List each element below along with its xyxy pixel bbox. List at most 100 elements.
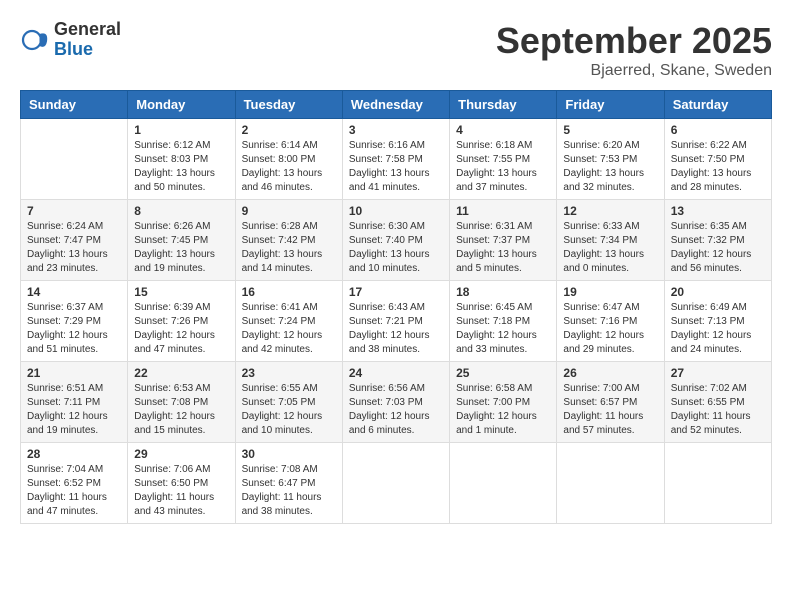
calendar-cell: 20 Sunrise: 6:49 AM Sunset: 7:13 PM Dayli… (664, 281, 771, 362)
calendar-header-wednesday: Wednesday (342, 91, 449, 119)
day-number: 18 (456, 285, 550, 299)
calendar-cell: 7 Sunrise: 6:24 AM Sunset: 7:47 PM Daylig… (21, 200, 128, 281)
day-info: Sunrise: 6:35 AM Sunset: 7:32 PM Dayligh… (671, 220, 765, 276)
logo-blue: Blue (54, 40, 121, 60)
day-info: Sunrise: 6:56 AM Sunset: 7:03 PM Dayligh… (349, 382, 443, 438)
day-number: 1 (134, 123, 228, 137)
calendar-cell: 10Sunrise: 6:30 AM Sunset: 7:40 PM Dayli… (342, 200, 449, 281)
day-number: 22 (134, 366, 228, 380)
calendar-cell: 26 Sunrise: 7:00 AM Sunset: 6:57 PM Dayli… (557, 362, 664, 443)
day-number: 3 (349, 123, 443, 137)
calendar-header-monday: Monday (128, 91, 235, 119)
day-info: Sunrise: 6:33 AM Sunset: 7:34 PM Dayligh… (563, 220, 657, 276)
calendar-cell (450, 443, 557, 524)
calendar-header-sunday: Sunday (21, 91, 128, 119)
calendar-week-row: 1 Sunrise: 6:12 AM Sunset: 8:03 PM Daylig… (21, 119, 772, 200)
day-info: Sunrise: 6:22 AM Sunset: 7:50 PM Dayligh… (671, 139, 765, 195)
day-number: 28 (27, 447, 121, 461)
day-info: Sunrise: 6:14 AM Sunset: 8:00 PM Dayligh… (242, 139, 336, 195)
logo: General Blue (20, 20, 121, 60)
day-info: Sunrise: 6:43 AM Sunset: 7:21 PM Dayligh… (349, 301, 443, 357)
day-number: 7 (27, 204, 121, 218)
day-number: 26 (563, 366, 657, 380)
calendar-cell (21, 119, 128, 200)
calendar-cell: 15 Sunrise: 6:39 AM Sunset: 7:26 PM Dayli… (128, 281, 235, 362)
day-number: 19 (563, 285, 657, 299)
day-info: Sunrise: 6:55 AM Sunset: 7:05 PM Dayligh… (242, 382, 336, 438)
day-number: 16 (242, 285, 336, 299)
calendar-cell: 3 Sunrise: 6:16 AM Sunset: 7:58 PM Daylig… (342, 119, 449, 200)
day-number: 8 (134, 204, 228, 218)
day-number: 25 (456, 366, 550, 380)
logo-general: General (54, 20, 121, 40)
calendar-cell: 11Sunrise: 6:31 AM Sunset: 7:37 PM Dayli… (450, 200, 557, 281)
day-number: 9 (242, 204, 336, 218)
calendar-cell: 30 Sunrise: 7:08 AM Sunset: 6:47 PM Dayli… (235, 443, 342, 524)
calendar-header-saturday: Saturday (664, 91, 771, 119)
page-container: General Blue September 2025 Bjaerred, Sk… (20, 20, 772, 524)
calendar-cell: 21 Sunrise: 6:51 AM Sunset: 7:11 PM Dayli… (21, 362, 128, 443)
day-number: 17 (349, 285, 443, 299)
day-number: 4 (456, 123, 550, 137)
calendar-week-row: 14 Sunrise: 6:37 AM Sunset: 7:29 PM Dayli… (21, 281, 772, 362)
calendar-cell: 4Sunrise: 6:18 AM Sunset: 7:55 PM Daylig… (450, 119, 557, 200)
day-info: Sunrise: 7:08 AM Sunset: 6:47 PM Dayligh… (242, 463, 336, 519)
calendar-week-row: 21 Sunrise: 6:51 AM Sunset: 7:11 PM Dayli… (21, 362, 772, 443)
day-info: Sunrise: 6:58 AM Sunset: 7:00 PM Dayligh… (456, 382, 550, 438)
calendar-cell (664, 443, 771, 524)
day-number: 21 (27, 366, 121, 380)
day-info: Sunrise: 7:06 AM Sunset: 6:50 PM Dayligh… (134, 463, 228, 519)
calendar-cell: 19Sunrise: 6:47 AM Sunset: 7:16 PM Dayli… (557, 281, 664, 362)
day-info: Sunrise: 7:02 AM Sunset: 6:55 PM Dayligh… (671, 382, 765, 438)
day-number: 11 (456, 204, 550, 218)
calendar-cell: 1 Sunrise: 6:12 AM Sunset: 8:03 PM Daylig… (128, 119, 235, 200)
day-number: 15 (134, 285, 228, 299)
day-number: 27 (671, 366, 765, 380)
day-number: 24 (349, 366, 443, 380)
calendar-cell: 18 Sunrise: 6:45 AM Sunset: 7:18 PM Dayli… (450, 281, 557, 362)
day-number: 2 (242, 123, 336, 137)
header: General Blue September 2025 Bjaerred, Sk… (20, 20, 772, 80)
day-number: 20 (671, 285, 765, 299)
day-info: Sunrise: 6:24 AM Sunset: 7:47 PM Dayligh… (27, 220, 121, 276)
day-info: Sunrise: 7:04 AM Sunset: 6:52 PM Dayligh… (27, 463, 121, 519)
calendar-cell: 12 Sunrise: 6:33 AM Sunset: 7:34 PM Dayli… (557, 200, 664, 281)
calendar-header-row: SundayMondayTuesdayWednesdayThursdayFrid… (21, 91, 772, 119)
day-number: 12 (563, 204, 657, 218)
day-info: Sunrise: 7:00 AM Sunset: 6:57 PM Dayligh… (563, 382, 657, 438)
day-info: Sunrise: 6:45 AM Sunset: 7:18 PM Dayligh… (456, 301, 550, 357)
day-info: Sunrise: 6:16 AM Sunset: 7:58 PM Dayligh… (349, 139, 443, 195)
calendar-header-friday: Friday (557, 91, 664, 119)
day-number: 13 (671, 204, 765, 218)
day-number: 29 (134, 447, 228, 461)
calendar-cell: 2 Sunrise: 6:14 AM Sunset: 8:00 PM Daylig… (235, 119, 342, 200)
day-info: Sunrise: 6:37 AM Sunset: 7:29 PM Dayligh… (27, 301, 121, 357)
day-info: Sunrise: 6:39 AM Sunset: 7:26 PM Dayligh… (134, 301, 228, 357)
calendar-cell: 27 Sunrise: 7:02 AM Sunset: 6:55 PM Dayli… (664, 362, 771, 443)
location: Bjaerred, Skane, Sweden (496, 62, 772, 80)
day-number: 14 (27, 285, 121, 299)
day-info: Sunrise: 6:26 AM Sunset: 7:45 PM Dayligh… (134, 220, 228, 276)
calendar-cell: 28 Sunrise: 7:04 AM Sunset: 6:52 PM Dayli… (21, 443, 128, 524)
day-number: 10 (349, 204, 443, 218)
day-info: Sunrise: 6:12 AM Sunset: 8:03 PM Dayligh… (134, 139, 228, 195)
day-info: Sunrise: 6:20 AM Sunset: 7:53 PM Dayligh… (563, 139, 657, 195)
month-title: September 2025 (496, 20, 772, 62)
title-block: September 2025 Bjaerred, Skane, Sweden (496, 20, 772, 80)
calendar-cell: 5 Sunrise: 6:20 AM Sunset: 7:53 PM Daylig… (557, 119, 664, 200)
day-number: 30 (242, 447, 336, 461)
calendar-cell: 23Sunrise: 6:55 AM Sunset: 7:05 PM Dayli… (235, 362, 342, 443)
calendar-header-thursday: Thursday (450, 91, 557, 119)
calendar-cell: 24 Sunrise: 6:56 AM Sunset: 7:03 PM Dayli… (342, 362, 449, 443)
logo-icon (20, 25, 50, 55)
calendar-cell: 6Sunrise: 6:22 AM Sunset: 7:50 PM Daylig… (664, 119, 771, 200)
day-info: Sunrise: 6:51 AM Sunset: 7:11 PM Dayligh… (27, 382, 121, 438)
calendar-cell: 25 Sunrise: 6:58 AM Sunset: 7:00 PM Dayli… (450, 362, 557, 443)
day-number: 5 (563, 123, 657, 137)
day-info: Sunrise: 6:49 AM Sunset: 7:13 PM Dayligh… (671, 301, 765, 357)
calendar-week-row: 7 Sunrise: 6:24 AM Sunset: 7:47 PM Daylig… (21, 200, 772, 281)
calendar-cell (342, 443, 449, 524)
calendar-week-row: 28 Sunrise: 7:04 AM Sunset: 6:52 PM Dayli… (21, 443, 772, 524)
calendar-cell: 17 Sunrise: 6:43 AM Sunset: 7:21 PM Dayli… (342, 281, 449, 362)
calendar-cell: 29 Sunrise: 7:06 AM Sunset: 6:50 PM Dayli… (128, 443, 235, 524)
